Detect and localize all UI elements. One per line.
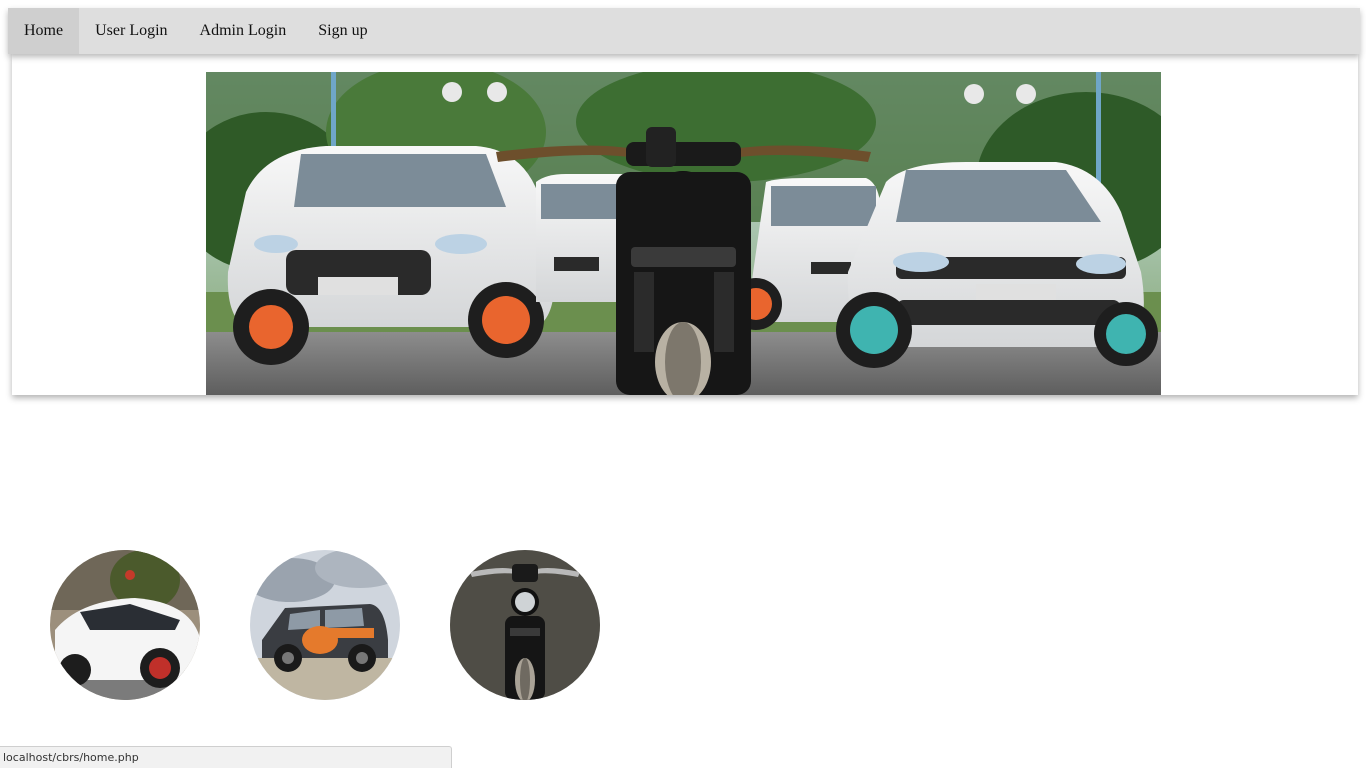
- page: Home User Login Admin Login Sign up loca…: [0, 0, 1366, 768]
- top-navbar: Home User Login Admin Login Sign up: [8, 8, 1360, 54]
- thumbnail-sedan[interactable]: [50, 550, 200, 700]
- thumbnail-motorcycle[interactable]: [450, 550, 600, 700]
- banner-image: [206, 72, 1161, 395]
- thumbnail-suv[interactable]: [250, 550, 400, 700]
- nav-home-link[interactable]: Home: [8, 8, 80, 54]
- status-bar-url: localhost/cbrs/home.php: [0, 746, 452, 768]
- nav-sign-up-link[interactable]: Sign up: [302, 8, 383, 54]
- nav-admin-login-link[interactable]: Admin Login: [184, 8, 303, 54]
- nav-user-login-link[interactable]: User Login: [79, 8, 183, 54]
